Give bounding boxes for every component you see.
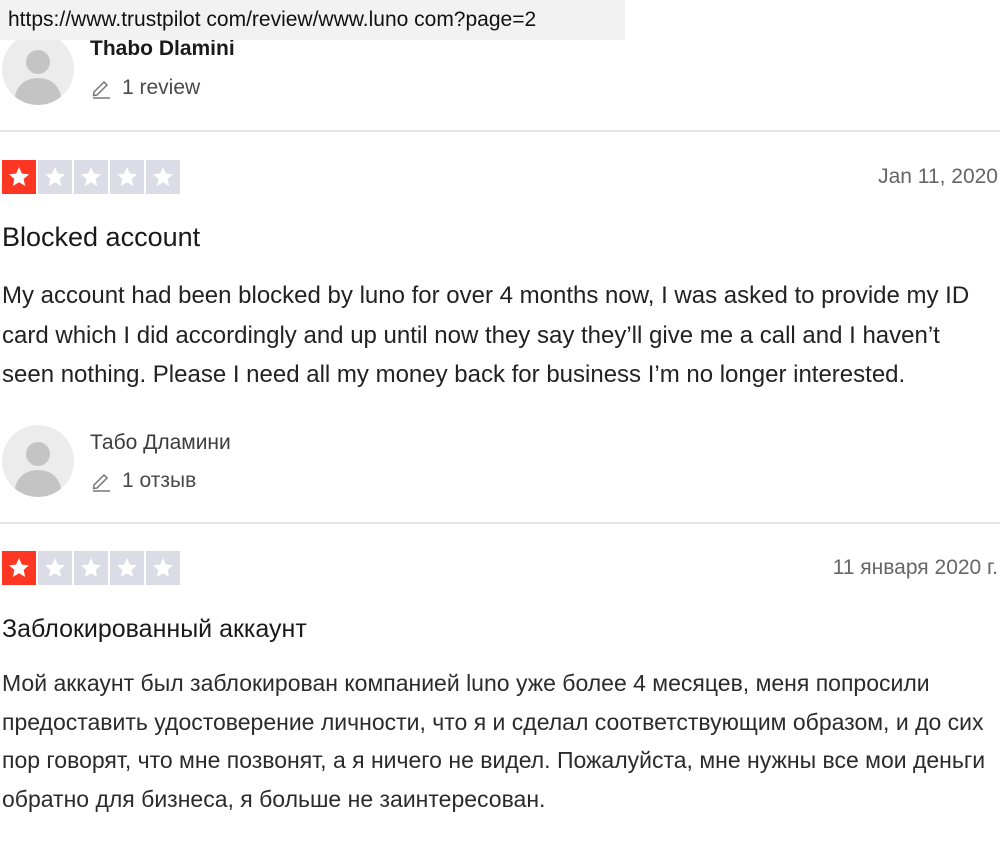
review-count[interactable]: 1 отзыв — [90, 469, 196, 493]
avatar[interactable] — [2, 33, 74, 105]
divider — [0, 130, 1000, 132]
star-icon — [146, 551, 180, 585]
star-icon — [110, 551, 144, 585]
star-icon — [146, 160, 180, 194]
reviewer-name[interactable]: Табо Дламини — [90, 431, 231, 455]
star-icon — [38, 160, 72, 194]
star-icon — [74, 160, 108, 194]
star-icon — [74, 551, 108, 585]
reviewer-name[interactable]: Thabo Dlamini — [90, 37, 235, 61]
review-count-label: 1 отзыв — [122, 469, 197, 492]
address-bar[interactable]: https://www.trustpilot com/review/www.lu… — [0, 0, 625, 40]
review-title[interactable]: Заблокированный аккаунт — [2, 615, 307, 644]
review-count-label: 1 review — [122, 76, 201, 99]
user-silhouette-icon — [14, 442, 62, 497]
pencil-icon — [92, 473, 110, 492]
star-icon — [2, 551, 36, 585]
review-count[interactable]: 1 review — [90, 76, 200, 100]
divider — [0, 522, 1000, 524]
star-rating — [2, 160, 180, 194]
pencil-icon — [92, 80, 110, 99]
review-title[interactable]: Blocked account — [2, 222, 200, 253]
star-rating — [2, 551, 180, 585]
star-icon — [38, 551, 72, 585]
review-body: Мой аккаунт был заблокирован компанией l… — [2, 670, 986, 812]
review-date: 11 января 2020 г. — [832, 556, 998, 579]
avatar[interactable] — [2, 425, 74, 497]
user-silhouette-icon — [14, 50, 62, 105]
review-body: My account had been blocked by luno for … — [2, 282, 970, 388]
star-icon — [110, 160, 144, 194]
star-icon — [2, 160, 36, 194]
review-date: Jan 11, 2020 — [878, 165, 998, 188]
